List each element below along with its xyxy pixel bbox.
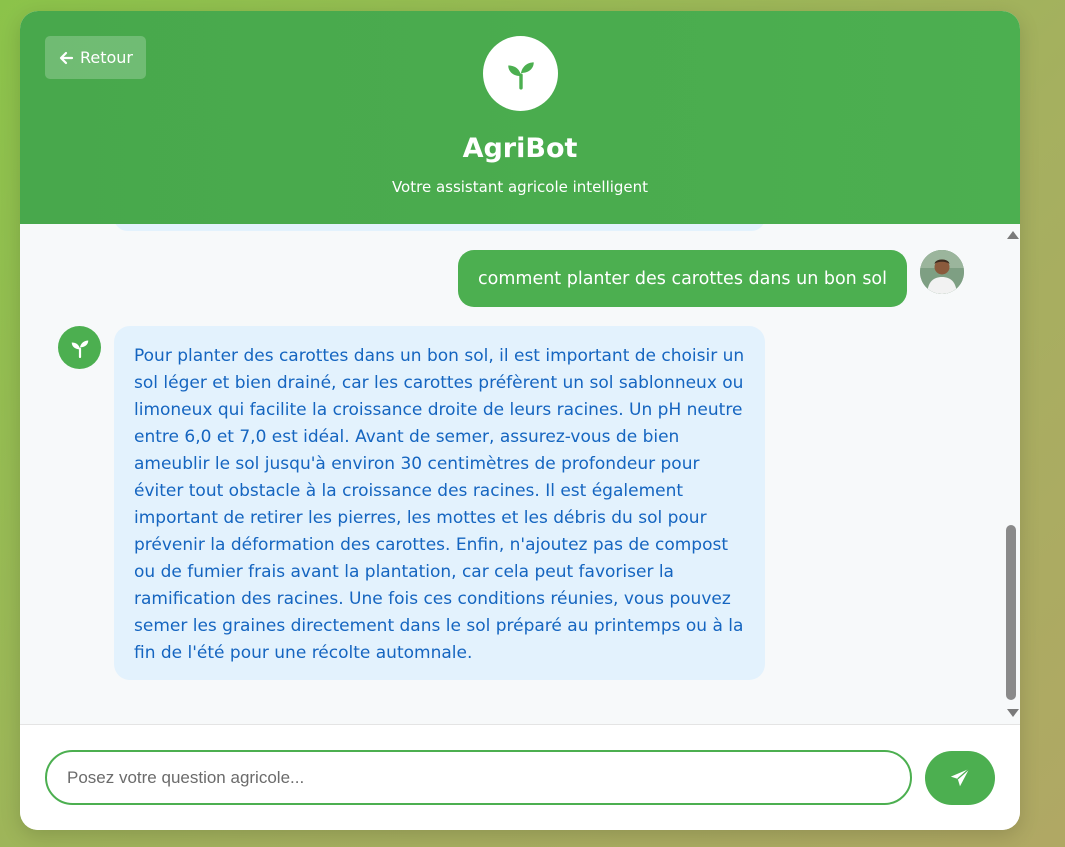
bot-avatar	[58, 326, 101, 369]
message-list: comment planter des carottes dans un bon…	[20, 224, 1020, 724]
question-input[interactable]	[45, 750, 912, 805]
send-button[interactable]	[925, 751, 995, 805]
user-photo	[920, 250, 964, 294]
scroll-down-arrow-icon[interactable]	[1007, 709, 1019, 717]
chat-window: Retour AgriBot Votre assistant agricole …	[20, 11, 1020, 830]
back-button-label: Retour	[79, 48, 134, 67]
app-subtitle: Votre assistant agricole intelligent	[391, 178, 649, 196]
user-avatar	[920, 250, 964, 294]
seedling-icon	[507, 61, 534, 90]
message-composer	[20, 724, 1020, 830]
arrow-left-icon	[59, 51, 74, 64]
previous-bot-message	[114, 224, 765, 231]
scroll-up-arrow-icon[interactable]	[1007, 231, 1019, 239]
seedling-icon	[71, 339, 88, 358]
message-scrollbar[interactable]	[1003, 224, 1020, 724]
bot-message: Pour planter des carottes dans un bon so…	[114, 326, 765, 680]
chat-header: Retour AgriBot Votre assistant agricole …	[20, 11, 1020, 224]
paper-plane-icon	[950, 768, 970, 787]
scrollbar-thumb[interactable]	[1006, 525, 1016, 700]
user-message: comment planter des carottes dans un bon…	[458, 250, 907, 307]
back-button[interactable]: Retour	[45, 36, 146, 79]
app-logo	[483, 36, 558, 111]
app-title: AgriBot	[462, 133, 578, 164]
